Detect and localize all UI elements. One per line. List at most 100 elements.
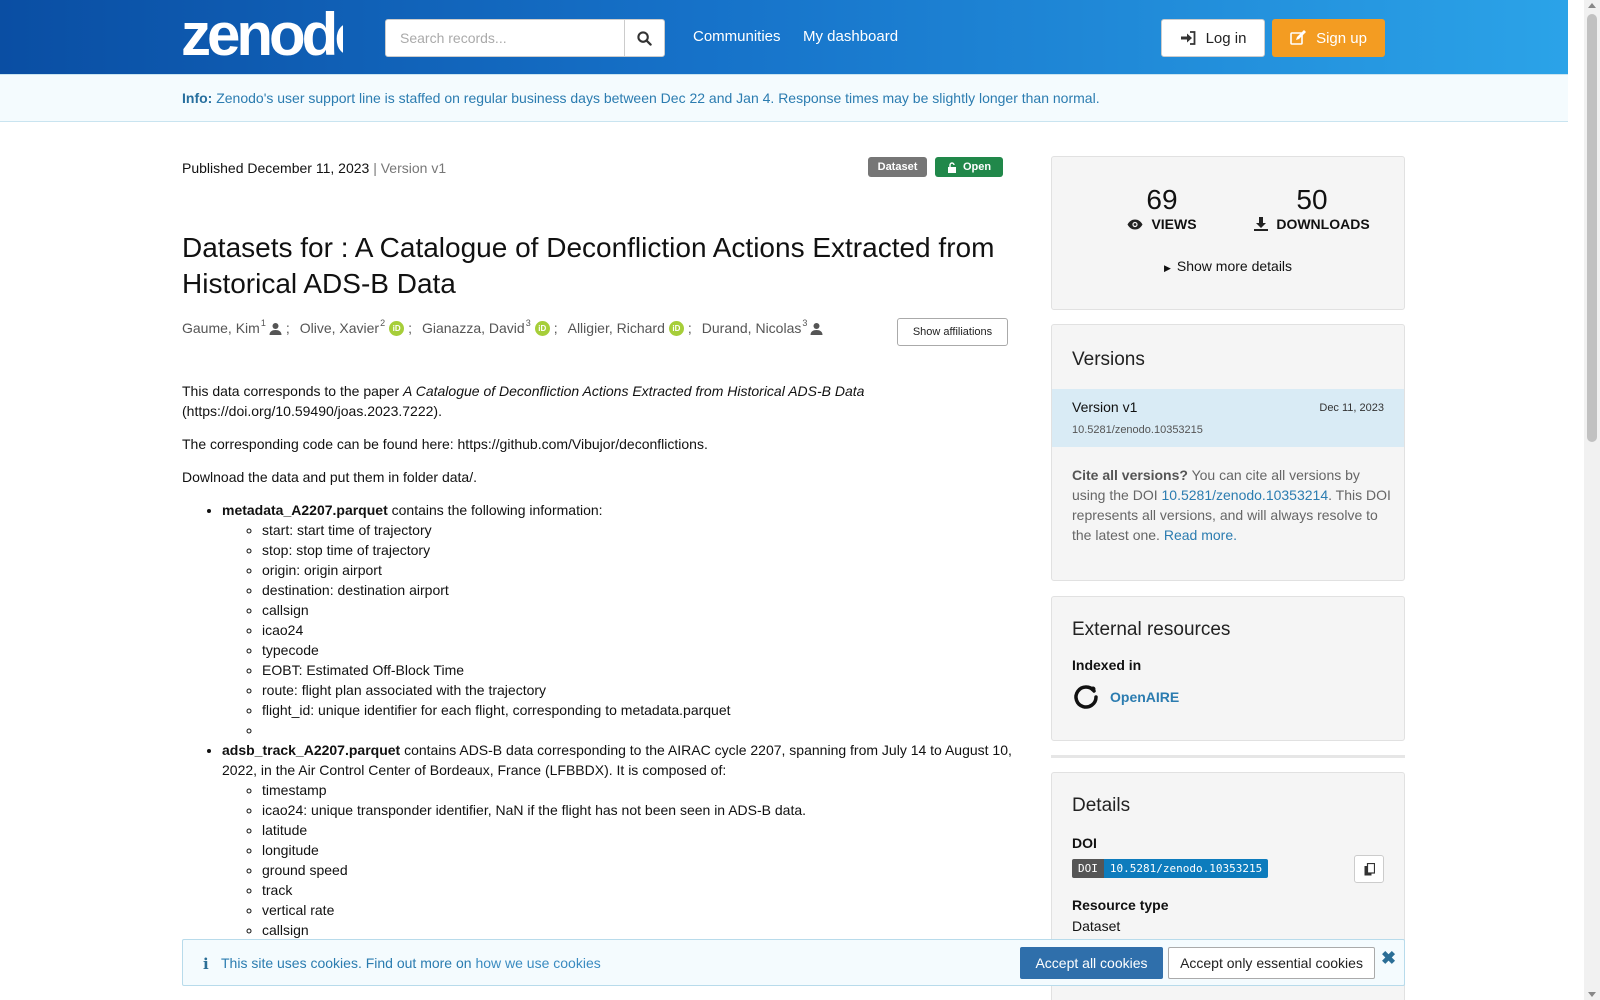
field-list: start: start time of trajectory stop: st…	[222, 520, 1012, 740]
field-item: ground speed	[262, 860, 1012, 880]
access-label: Open	[962, 161, 992, 173]
author-item[interactable]: Gaume, Kim 1	[182, 318, 282, 336]
info-icon: i	[203, 955, 209, 973]
search-input[interactable]	[385, 19, 625, 57]
orcid-icon[interactable]: iD	[668, 320, 684, 336]
accept-all-cookies-button[interactable]: Accept all cookies	[1020, 947, 1163, 979]
field-list: timestamp icao24: unique transponder ide…	[222, 780, 1012, 940]
openaire-icon	[1074, 685, 1098, 709]
login-label: Log in	[1205, 29, 1247, 47]
field-item: origin: origin airport	[262, 560, 1012, 580]
versions-card: Versions Version v1 10.5281/zenodo.10353…	[1051, 324, 1405, 581]
views-label-row: VIEWS	[1112, 216, 1212, 232]
author-separator: ;	[285, 320, 290, 336]
author-item[interactable]: Durand, Nicolas 3	[702, 318, 824, 336]
external-resources-card: External resources Indexed in OpenAIRE	[1051, 596, 1405, 741]
affiliation-number: 3	[525, 318, 531, 328]
scroll-up-arrow-icon[interactable]	[1588, 3, 1596, 8]
resource-type-value: Dataset	[1072, 918, 1121, 934]
nav-communities-link[interactable]: Communities	[693, 28, 781, 45]
concept-doi-link[interactable]: 10.5281/zenodo.10353214	[1162, 487, 1329, 503]
resource-type-badge[interactable]: Dataset	[868, 157, 927, 177]
field-item: EOBT: Estimated Off-Block Time	[262, 660, 1012, 680]
cite-all-versions: Cite all versions? You can cite all vers…	[1072, 465, 1392, 545]
search-box	[385, 19, 665, 57]
cookie-message: This site uses cookies. Find out more on…	[221, 955, 601, 971]
search-icon	[637, 30, 652, 46]
signup-button[interactable]: Sign up	[1272, 19, 1385, 57]
doi-badge-key: DOI	[1072, 859, 1104, 878]
author-name: Alligier, Richard	[567, 320, 665, 336]
author-item[interactable]: Alligier, Richard iD	[568, 320, 684, 336]
published-date: Published December 11, 2023	[182, 160, 370, 176]
paper-title: A Catalogue of Deconfliction Actions Ext…	[403, 383, 865, 399]
unlock-icon	[947, 161, 956, 173]
downloads-label-row: DOWNLOADS	[1242, 216, 1382, 232]
nav-dashboard-link[interactable]: My dashboard	[803, 28, 898, 45]
author-name: Gianazza, David	[421, 320, 525, 336]
author-separator: ;	[408, 320, 412, 336]
stats-card: 69 VIEWS 50 DOWNLOADS ▶ Show more details	[1051, 156, 1405, 310]
author-name: Gaume, Kim	[182, 320, 260, 336]
login-button[interactable]: Log in	[1161, 19, 1265, 57]
field-item	[262, 720, 1012, 740]
version-doi: 10.5281/zenodo.10353215	[1072, 424, 1203, 436]
show-more-details-toggle[interactable]: ▶ Show more details	[1052, 258, 1404, 274]
file-item: adsb_track_A2207.parquet contains ADS-B …	[222, 740, 1012, 940]
description-paragraph: The corresponding code can be found here…	[182, 436, 708, 452]
version-item[interactable]: Version v1 10.5281/zenodo.10353215 Dec 1…	[1052, 389, 1404, 447]
zenodo-logo[interactable]: zenodo	[181, 5, 343, 63]
affiliation-number: 2	[380, 318, 386, 328]
openaire-link[interactable]: OpenAIRE	[1072, 683, 1179, 711]
info-label: Info:	[182, 90, 213, 106]
sidebar-divider	[1051, 755, 1405, 758]
info-banner-text: Info: Zenodo's user support line is staf…	[182, 90, 1100, 106]
external-resources-title: External resources	[1072, 619, 1231, 640]
downloads-stat: 50 DOWNLOADS	[1242, 185, 1382, 232]
doi-badge[interactable]: DOI 10.5281/zenodo.10353215	[1072, 859, 1269, 878]
affiliation-number: 3	[802, 318, 808, 328]
scroll-down-arrow-icon[interactable]	[1588, 992, 1596, 997]
file-description: contains the following information:	[387, 502, 603, 518]
show-affiliations-button[interactable]: Show affiliations	[897, 318, 1008, 346]
author-item[interactable]: Olive, Xavier 2 iD	[299, 318, 405, 336]
version-name: Version v1	[1072, 399, 1138, 415]
read-more-link[interactable]: Read more.	[1164, 527, 1237, 543]
sign-in-icon	[1180, 31, 1195, 45]
views-stat: 69 VIEWS	[1112, 185, 1212, 232]
page-scrollbar[interactable]	[1584, 0, 1600, 1000]
close-icon[interactable]: ✖	[1381, 948, 1396, 969]
downloads-count: 50	[1296, 184, 1328, 215]
orcid-icon[interactable]: iD	[389, 320, 405, 336]
field-item: start: start time of trajectory	[262, 520, 1012, 540]
cookie-text: This site uses cookies. Find out more on	[221, 955, 476, 971]
file-name: adsb_track_A2207.parquet	[222, 742, 401, 758]
doi-badge-value: 10.5281/zenodo.10353215	[1103, 859, 1269, 878]
field-item: latitude	[262, 820, 1012, 840]
paper-doi: (https://doi.org/10.59490/joas.2023.7222…	[182, 403, 442, 419]
scrollbar-thumb[interactable]	[1587, 14, 1597, 442]
access-badge[interactable]: Open	[935, 157, 1003, 177]
field-item: route: flight plan associated with the t…	[262, 680, 1012, 700]
search-button[interactable]	[624, 19, 665, 57]
record-title: Datasets for : A Catalogue of Deconflict…	[182, 232, 995, 299]
edit-icon	[1290, 30, 1307, 45]
author-item[interactable]: Gianazza, David 3 iD	[421, 318, 550, 336]
openaire-label: OpenAIRE	[1110, 689, 1180, 705]
accept-essential-cookies-button[interactable]: Accept only essential cookies	[1168, 947, 1375, 979]
author-name: Olive, Xavier	[299, 320, 380, 336]
orcid-icon[interactable]: iD	[534, 320, 550, 336]
copy-doi-button[interactable]	[1354, 855, 1384, 883]
file-list: metadata_A2207.parquet contains the foll…	[182, 500, 1012, 940]
top-navigation-bar: zenodo Communities My dashboard Log in S…	[0, 0, 1568, 74]
cookie-policy-link[interactable]: how we use cookies	[475, 955, 600, 971]
user-icon	[269, 322, 282, 335]
record-description: This data corresponds to the paper A Cat…	[182, 381, 1012, 940]
cite-question: Cite all versions?	[1072, 467, 1188, 483]
publication-date: Published December 11, 2023 | Version v1	[182, 160, 446, 176]
details-title: Details	[1072, 795, 1131, 816]
author-separator: ;	[687, 320, 692, 336]
signup-label: Sign up	[1316, 29, 1367, 47]
affiliation-number: 1	[260, 318, 266, 328]
caret-right-icon: ▶	[1163, 263, 1171, 273]
